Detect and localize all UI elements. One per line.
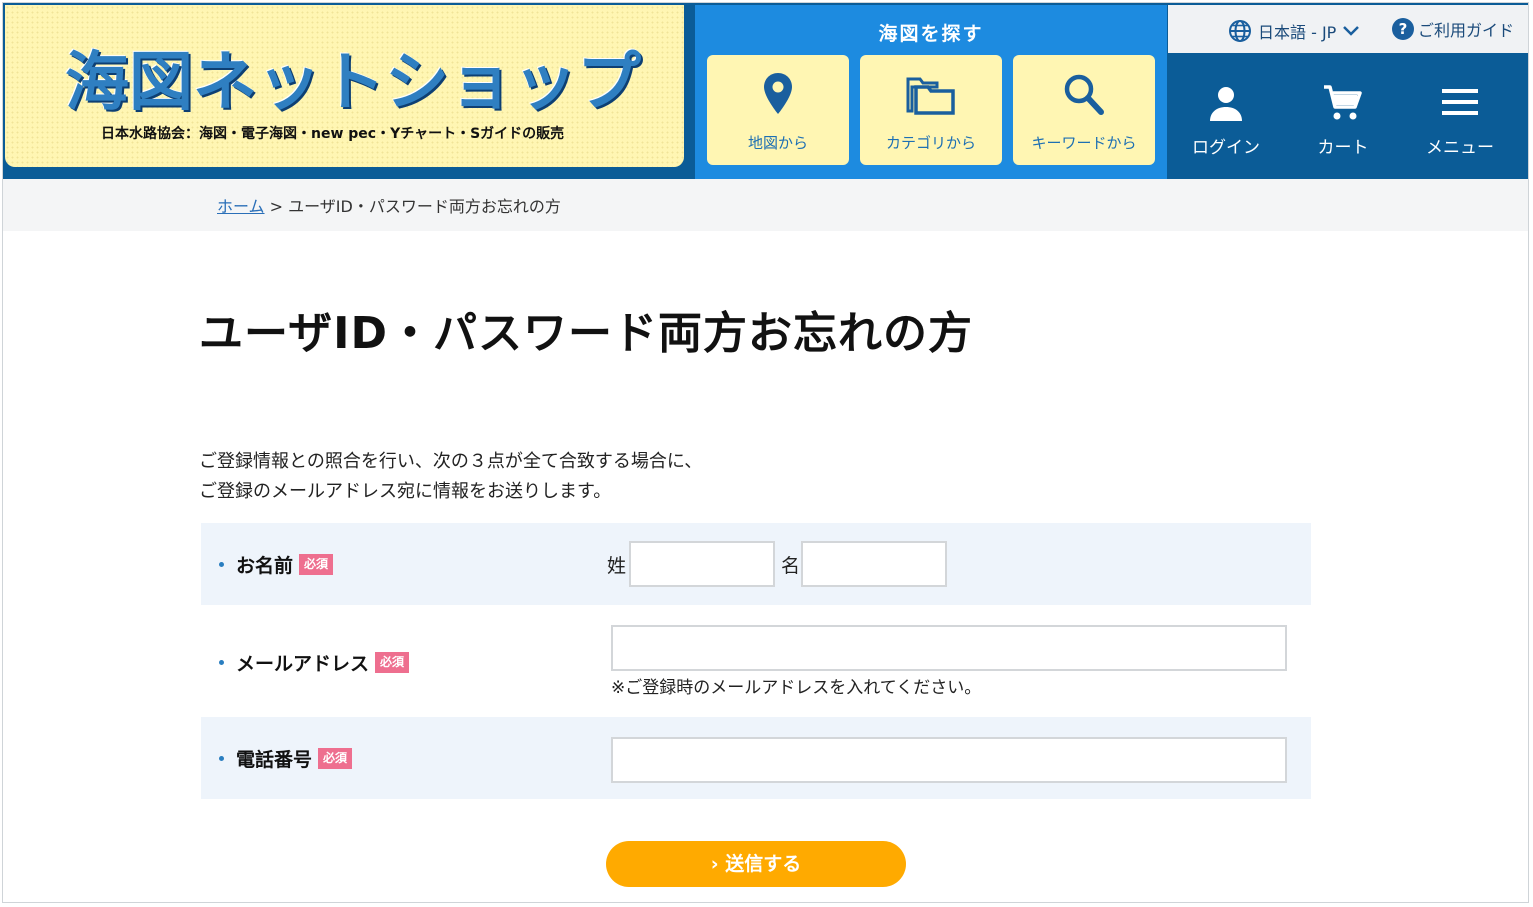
breadcrumb-current: ユーザID・パスワード両方お忘れの方	[288, 197, 561, 216]
intro-text: ご登録情報との照合を行い、次の３点が全て合致する場合に、 ご登録のメールアドレス…	[199, 447, 702, 507]
phone-input[interactable]	[611, 737, 1287, 783]
first-name-input[interactable]	[801, 541, 947, 587]
login-label: ログイン	[1192, 138, 1260, 158]
first-name-label: 名	[781, 555, 801, 577]
email-label: メールアドレス	[236, 653, 370, 675]
last-name-input[interactable]	[629, 541, 775, 587]
search-by-category-label: カテゴリから	[885, 134, 976, 152]
breadcrumb-home-link[interactable]: ホーム	[217, 197, 265, 216]
required-badge: 必須	[299, 554, 334, 575]
search-panel-title: 海図を探す	[878, 23, 984, 45]
logo-area[interactable]: 海図ネットショップ 日本水路協会：海図・電子海図・new pec・Yチャート・S…	[5, 5, 684, 167]
chevron-down-icon	[1343, 26, 1360, 36]
page-title: ユーザID・パスワード両方お忘れの方	[199, 308, 974, 359]
intro-line-1: ご登録情報との照合を行い、次の３点が全て合致する場合に、	[199, 451, 703, 472]
search-by-category-button[interactable]: カテゴリから	[860, 55, 1002, 165]
user-icon	[1210, 87, 1242, 121]
site-logo[interactable]: 海図ネットショップ	[65, 31, 641, 123]
name-row: お名前 必須 姓 名	[201, 523, 1311, 605]
map-pin-icon	[764, 73, 792, 114]
intro-line-2: ご登録のメールアドレス宛に情報をお送りします。	[199, 481, 612, 502]
required-badge: 必須	[318, 748, 353, 769]
language-label: 日本語 - JP	[1258, 23, 1337, 42]
menu-label: メニュー	[1426, 138, 1494, 158]
hamburger-icon	[1442, 89, 1478, 115]
login-button[interactable]: ログイン	[1171, 83, 1281, 158]
help-icon: ?	[1392, 18, 1414, 40]
submit-button[interactable]: › 送信する	[606, 841, 906, 887]
name-label: お名前	[236, 555, 294, 577]
site-header: 海図ネットショップ 日本水路協会：海図・電子海図・new pec・Yチャート・S…	[3, 3, 1528, 179]
bullet-dot	[219, 660, 224, 665]
search-icon	[1064, 74, 1104, 115]
search-by-map-label: 地図から	[747, 134, 808, 152]
user-guide-label: ご利用ガイド	[1418, 21, 1515, 40]
folders-icon	[906, 77, 955, 115]
search-by-keyword-button[interactable]: キーワードから	[1013, 55, 1155, 165]
chart-search-panel: 海図を探す 地図から カテゴリから キーワードから	[695, 5, 1167, 179]
breadcrumb-separator: >	[264, 197, 289, 216]
last-name-label: 姓	[607, 555, 627, 577]
globe-icon	[1229, 20, 1251, 42]
email-field-label: メールアドレス 必須	[219, 649, 410, 676]
phone-label: 電話番号	[236, 749, 313, 771]
search-by-map-button[interactable]: 地図から	[707, 55, 849, 165]
cart-button[interactable]: カート	[1288, 83, 1398, 158]
name-field-label: お名前 必須	[219, 551, 334, 578]
search-by-keyword-label: キーワードから	[1031, 134, 1137, 152]
cart-label: カート	[1317, 138, 1369, 158]
email-row: メールアドレス 必須 ※ご登録時のメールアドレスを入れてください。	[201, 605, 1311, 717]
bullet-dot	[219, 756, 224, 761]
site-tagline: 日本水路協会：海図・電子海図・new pec・Yチャート・Sガイドの販売	[101, 126, 565, 142]
phone-row: 電話番号 必須	[201, 717, 1311, 799]
language-selector[interactable]: 日本語 - JP	[1228, 19, 1360, 43]
required-badge: 必須	[375, 652, 410, 673]
bullet-dot	[219, 562, 224, 567]
page-frame: 海図ネットショップ 日本水路協会：海図・電子海図・new pec・Yチャート・S…	[2, 2, 1529, 903]
email-note: ※ご登録時のメールアドレスを入れてください。	[611, 678, 982, 698]
email-input[interactable]	[611, 625, 1287, 671]
breadcrumb: ホーム > ユーザID・パスワード両方お忘れの方	[3, 179, 1528, 231]
phone-field-label: 電話番号 必須	[219, 745, 353, 772]
menu-button[interactable]: メニュー	[1405, 83, 1515, 158]
user-guide-link[interactable]: ? ご利用ガイド	[1392, 17, 1514, 41]
cart-icon	[1324, 85, 1362, 120]
utility-bar: 日本語 - JP ? ご利用ガイド	[1168, 5, 1528, 53]
